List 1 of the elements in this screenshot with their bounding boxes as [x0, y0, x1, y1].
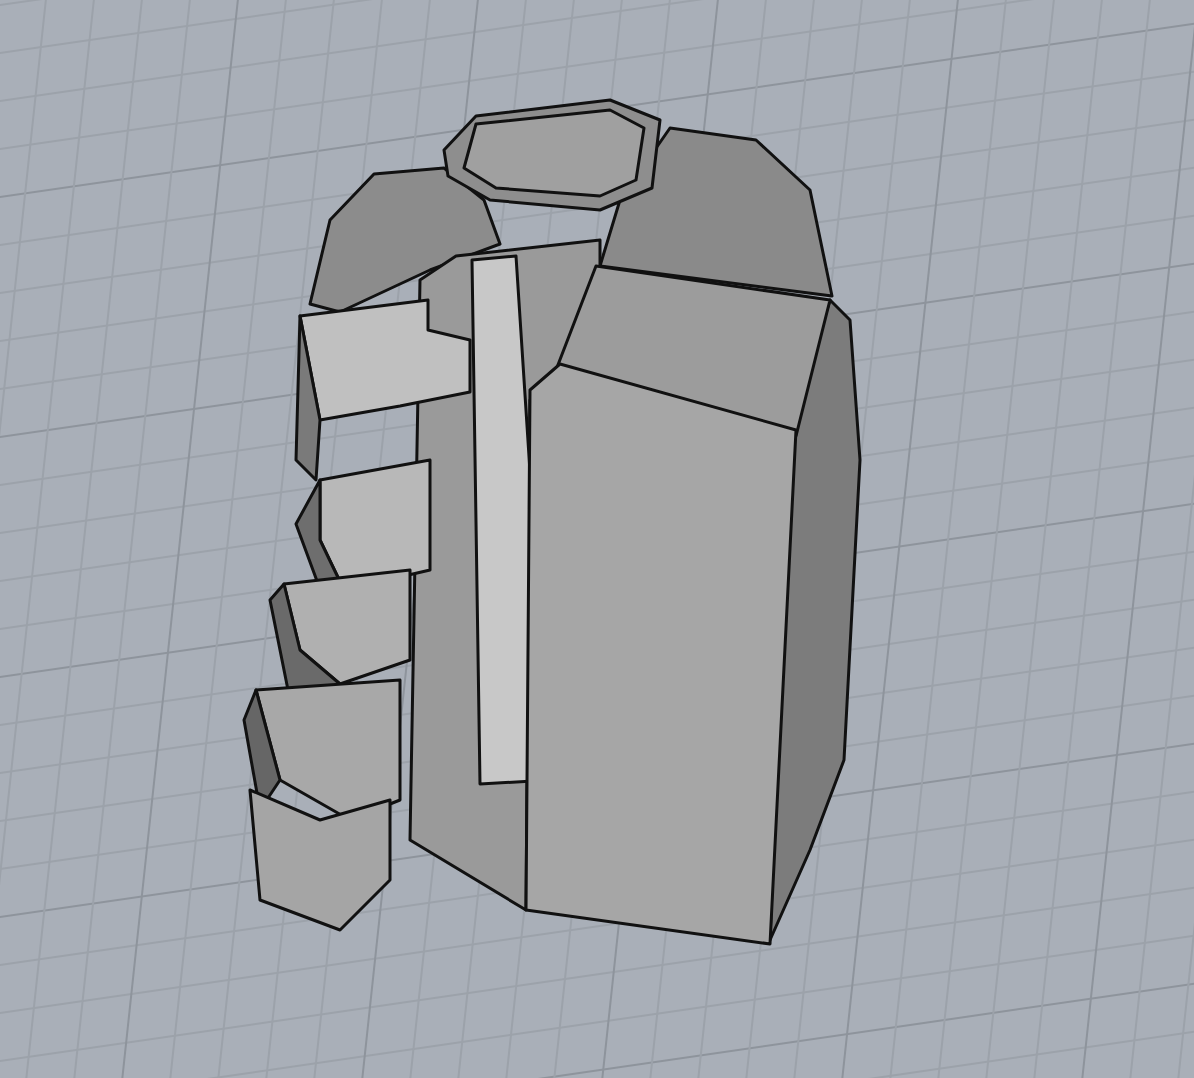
viewport[interactable]: [0, 0, 1194, 1078]
